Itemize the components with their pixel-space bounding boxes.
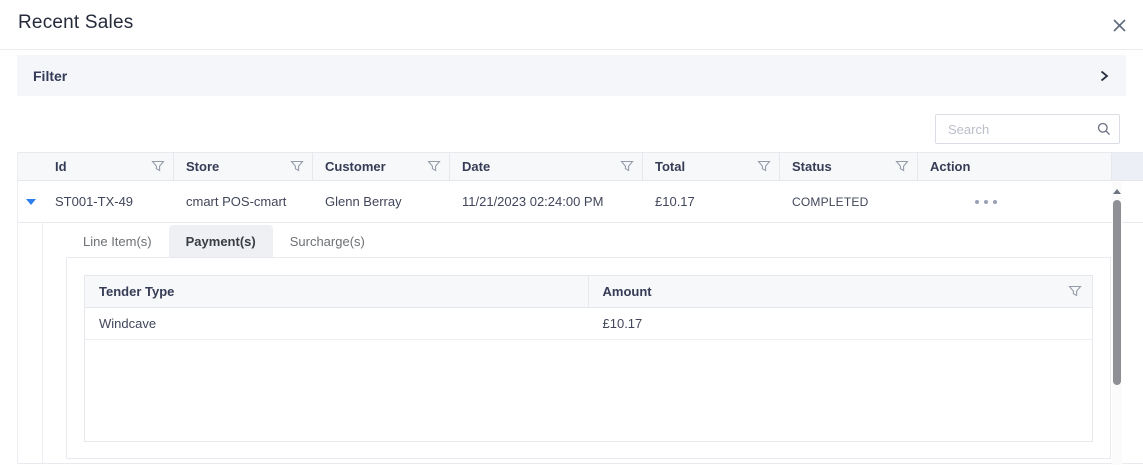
header-cell-tender-type: Tender Type <box>85 276 589 307</box>
filter-icon[interactable] <box>151 160 165 173</box>
header-cell-id: Id <box>43 153 174 180</box>
cell-tender-type: Windcave <box>85 316 589 331</box>
payment-row[interactable]: Windcave £10.17 <box>85 308 1092 340</box>
column-label-date: Date <box>462 159 490 174</box>
header-cell-total: Total <box>643 153 780 180</box>
sales-grid: Id Store Customer Date Total <box>17 152 1143 464</box>
grid-header-row: Id Store Customer Date Total <box>18 152 1143 181</box>
filter-icon[interactable] <box>427 160 441 173</box>
tab-payments[interactable]: Payment(s) <box>169 225 273 257</box>
row-expander-cell <box>18 199 43 205</box>
cell-date: 11/21/2023 02:24:00 PM <box>450 194 643 209</box>
column-label-status: Status <box>792 159 832 174</box>
vertical-scrollbar[interactable] <box>1112 182 1122 465</box>
column-label-id: Id <box>55 159 67 174</box>
tab-line-items[interactable]: Line Item(s) <box>66 225 169 257</box>
detail-tabs: Line Item(s) Payment(s) Surcharge(s) <box>66 225 1143 257</box>
filter-icon[interactable] <box>620 160 634 173</box>
header-cell-store: Store <box>174 153 313 180</box>
close-button[interactable] <box>1110 16 1129 35</box>
status-badge: COMPLETED <box>780 195 918 209</box>
header-cell-expander <box>18 153 43 180</box>
column-label-store: Store <box>186 159 219 174</box>
header-divider <box>0 49 1143 50</box>
ellipsis-icon[interactable] <box>975 200 1112 204</box>
cell-customer: Glenn Berray <box>313 194 450 209</box>
search-box <box>935 114 1120 144</box>
column-label-amount: Amount <box>603 284 652 299</box>
chevron-right-icon <box>1098 69 1110 83</box>
scrollbar-thumb[interactable] <box>1113 200 1121 385</box>
page-title: Recent Sales <box>18 12 133 34</box>
header-cell-customer: Customer <box>313 153 450 180</box>
column-label-action: Action <box>930 159 970 174</box>
scroll-up-icon[interactable] <box>1113 189 1121 194</box>
detail-content: Line Item(s) Payment(s) Surcharge(s) Ten… <box>43 223 1143 463</box>
filter-panel-header[interactable]: Filter <box>17 55 1126 96</box>
tab-surcharges[interactable]: Surcharge(s) <box>273 225 382 257</box>
header-scrollbar-spacer <box>1112 153 1143 180</box>
cell-total: £10.17 <box>643 194 780 209</box>
cell-action <box>918 200 1112 204</box>
search-icon[interactable] <box>1097 122 1111 136</box>
filter-icon[interactable] <box>895 160 909 173</box>
payments-header-row: Tender Type Amount <box>85 276 1092 308</box>
column-label-customer: Customer <box>325 159 386 174</box>
collapse-row-icon[interactable] <box>26 199 36 205</box>
payments-tab-panel: Tender Type Amount Windcave £10.17 <box>66 257 1111 459</box>
cell-store: cmart POS-cmart <box>174 194 313 209</box>
column-label-total: Total <box>655 159 685 174</box>
sales-table-row[interactable]: ST001-TX-49 cmart POS-cmart Glenn Berray… <box>18 181 1143 223</box>
header-cell-action: Action <box>918 153 1112 180</box>
payments-grid: Tender Type Amount Windcave £10.17 <box>84 275 1093 442</box>
detail-row: Line Item(s) Payment(s) Surcharge(s) Ten… <box>18 223 1143 464</box>
hierarchy-cell <box>18 223 43 463</box>
filter-icon[interactable] <box>757 160 771 173</box>
cell-amount: £10.17 <box>589 316 643 331</box>
filter-icon[interactable] <box>290 160 304 173</box>
header-cell-date: Date <box>450 153 643 180</box>
cell-id: ST001-TX-49 <box>43 194 174 209</box>
search-input[interactable] <box>935 114 1120 144</box>
filter-panel-label: Filter <box>33 68 67 84</box>
close-icon <box>1112 18 1127 33</box>
column-label-tender-type: Tender Type <box>99 284 174 299</box>
header-cell-status: Status <box>780 153 918 180</box>
filter-icon[interactable] <box>1068 285 1082 298</box>
header-cell-amount: Amount <box>589 276 1093 307</box>
